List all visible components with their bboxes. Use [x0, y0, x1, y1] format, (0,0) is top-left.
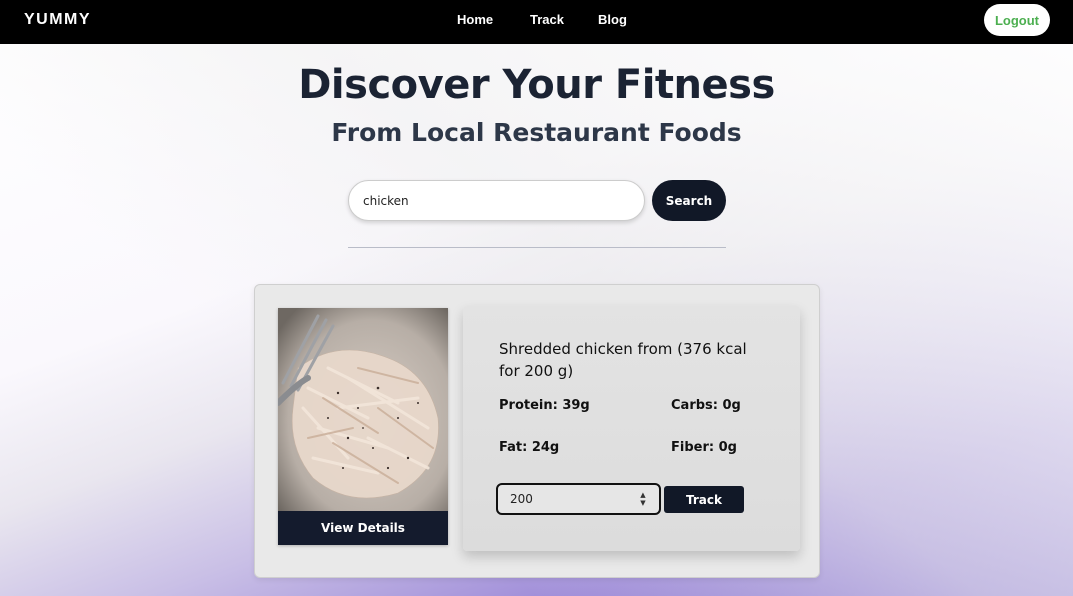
food-result-card: View Details Shredded chicken from (376 …: [254, 284, 820, 578]
fat-value: Fat: 24g: [499, 440, 560, 455]
food-image-card: View Details: [278, 308, 448, 545]
stepper-down-icon[interactable]: ▼: [640, 499, 645, 507]
hero-subtitle: From Local Restaurant Foods: [331, 118, 742, 147]
hero-title: Discover Your Fitness: [298, 62, 775, 108]
nav-link-blog[interactable]: Blog: [598, 12, 627, 27]
quantity-stepper[interactable]: ▲ ▼: [639, 490, 647, 508]
carbs-value: Carbs: 0g: [671, 398, 741, 413]
search-button[interactable]: Search: [652, 180, 726, 221]
quantity-value: 200: [510, 492, 533, 506]
shredded-chicken-photo: [278, 308, 448, 511]
logout-button[interactable]: Logout: [984, 4, 1050, 36]
protein-value: Protein: 39g: [499, 398, 590, 413]
view-details-button[interactable]: View Details: [278, 511, 448, 545]
brand-logo[interactable]: YUMMY: [24, 11, 91, 29]
quantity-input[interactable]: 200 ▲ ▼: [496, 483, 661, 515]
food-name: Shredded chicken from (376 kcal for 200 …: [499, 340, 747, 380]
stepper-up-icon[interactable]: ▲: [640, 491, 645, 499]
track-button[interactable]: Track: [664, 486, 744, 513]
fiber-value: Fiber: 0g: [671, 440, 737, 455]
nav-link-track[interactable]: Track: [530, 12, 564, 27]
nutrition-panel: Shredded chicken from (376 kcal for 200 …: [463, 306, 800, 551]
divider: [348, 247, 726, 248]
search-input[interactable]: [348, 180, 645, 221]
top-navbar: YUMMY Home Track Blog Logout: [0, 0, 1073, 44]
nav-link-home[interactable]: Home: [457, 12, 493, 27]
